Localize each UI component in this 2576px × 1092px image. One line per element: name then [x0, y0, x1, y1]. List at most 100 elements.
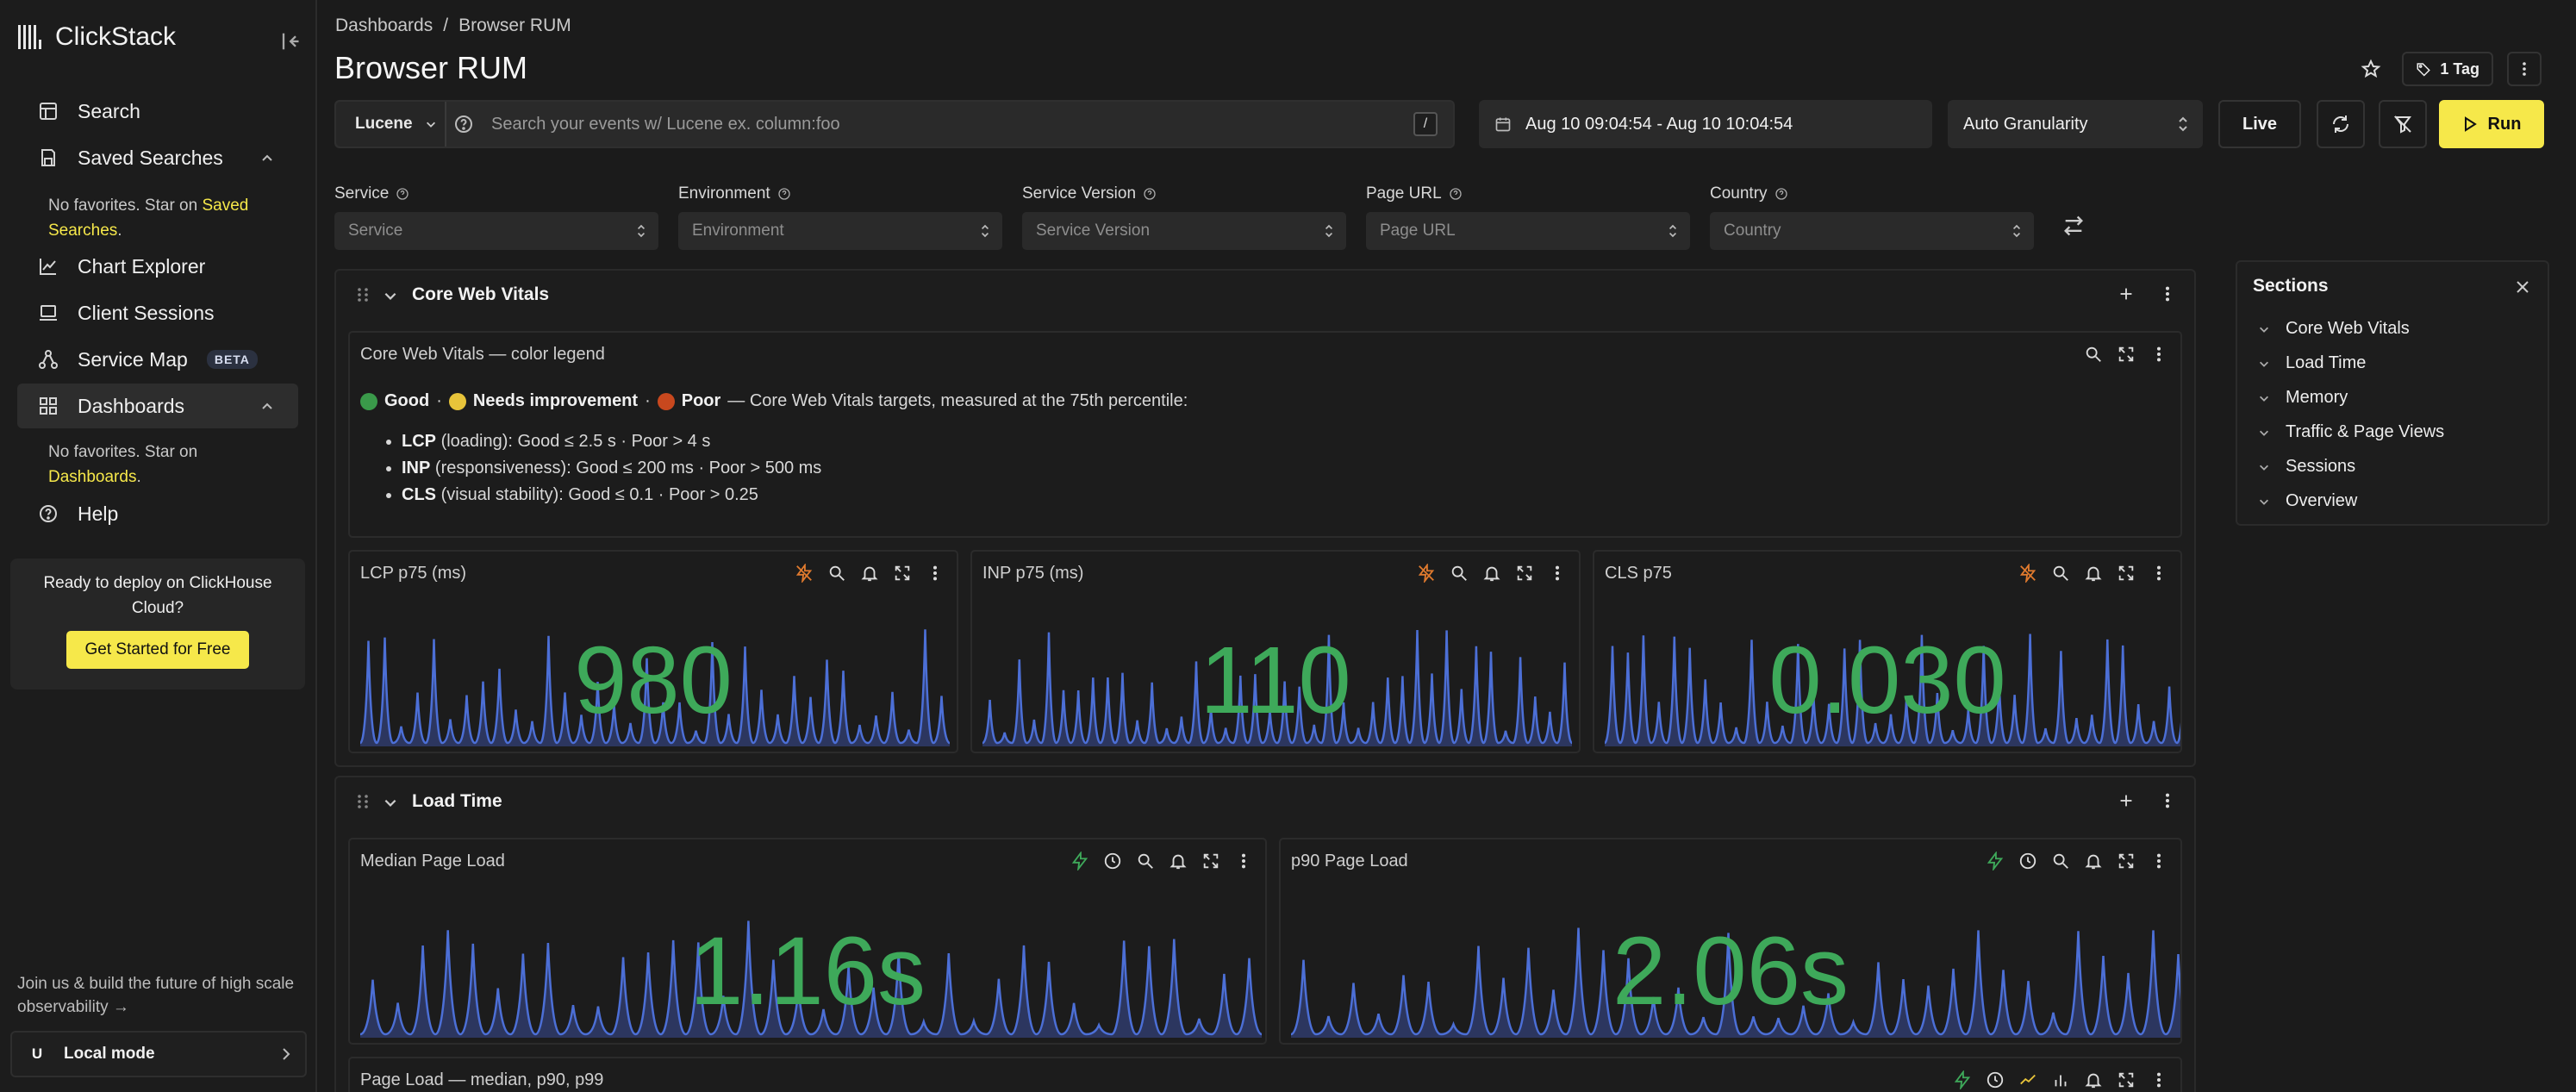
bell-icon[interactable]: [1482, 564, 1501, 583]
sections-panel-item[interactable]: Sessions: [2258, 457, 2355, 477]
bolt-icon[interactable]: [1070, 852, 1089, 870]
kebab-icon[interactable]: [2149, 1070, 2168, 1089]
chevron-down-icon[interactable]: [383, 288, 398, 303]
legend-item: LCP (loading): Good ≤ 2.5 s · Poor > 4 s: [402, 428, 1188, 455]
info-icon[interactable]: [396, 187, 409, 201]
bolt-icon[interactable]: [1953, 1070, 1972, 1089]
country-select[interactable]: Country: [1710, 212, 2034, 250]
line-chart-icon[interactable]: [2018, 1070, 2037, 1089]
tags-button[interactable]: 1 Tag: [2402, 52, 2493, 86]
info-icon[interactable]: [1775, 187, 1788, 201]
expand-icon[interactable]: [1201, 852, 1220, 870]
no-bolt-icon[interactable]: [2018, 564, 2037, 583]
granularity-select[interactable]: Auto Granularity: [1948, 100, 2203, 148]
zoom-icon[interactable]: [2051, 852, 2070, 870]
grip-icon[interactable]: [355, 286, 371, 303]
local-mode-switcher[interactable]: U Local mode: [10, 1031, 307, 1077]
refresh-button[interactable]: [2317, 100, 2365, 148]
sections-panel-item[interactable]: Memory: [2258, 388, 2348, 408]
search-input[interactable]: [491, 105, 1405, 143]
get-started-button[interactable]: Get Started for Free: [65, 631, 250, 669]
plus-icon[interactable]: [2117, 284, 2136, 303]
bell-icon[interactable]: [2084, 1070, 2103, 1089]
brand[interactable]: ClickStack: [17, 22, 176, 52]
info-icon[interactable]: [777, 187, 791, 201]
sections-panel-item[interactable]: Overview: [2258, 491, 2357, 511]
sidebar-item-client-sessions[interactable]: Client Sessions: [17, 290, 298, 335]
run-button[interactable]: Run: [2439, 100, 2544, 148]
kebab-icon[interactable]: [926, 564, 945, 583]
sidebar-item-chart-explorer[interactable]: Chart Explorer: [17, 244, 298, 289]
join-link[interactable]: Join us & build the future of high scale…: [17, 972, 310, 1019]
expand-icon[interactable]: [2117, 1070, 2136, 1089]
bell-icon[interactable]: [860, 564, 879, 583]
zoom-icon[interactable]: [2084, 345, 2103, 364]
kebab-icon[interactable]: [1234, 852, 1253, 870]
sections-panel-item-label: Core Web Vitals: [2286, 319, 2410, 338]
zoom-icon[interactable]: [1136, 852, 1155, 870]
kebab-icon[interactable]: [2149, 852, 2168, 870]
no-bolt-icon[interactable]: [1417, 564, 1436, 583]
chevron-up-icon[interactable]: [260, 399, 274, 413]
swap-icon[interactable]: [2061, 214, 2086, 238]
zoom-icon[interactable]: [1450, 564, 1469, 583]
filter-service: Service Service: [334, 183, 658, 250]
kebab-icon[interactable]: [1548, 564, 1567, 583]
granularity-value: Auto Granularity: [1963, 114, 2088, 134]
expand-icon[interactable]: [893, 564, 912, 583]
clock-icon[interactable]: [2018, 852, 2037, 870]
environment-select[interactable]: Environment: [678, 212, 1002, 250]
clear-filters-button[interactable]: [2379, 100, 2427, 148]
bar-chart-icon[interactable]: [2051, 1070, 2070, 1089]
collapse-icon[interactable]: [278, 29, 302, 53]
legend-separator: ·: [645, 391, 651, 410]
help-icon[interactable]: [453, 114, 474, 134]
zoom-icon[interactable]: [2051, 564, 2070, 583]
sections-panel-item[interactable]: Core Web Vitals: [2258, 319, 2410, 339]
close-icon[interactable]: [2515, 279, 2530, 295]
date-range-picker[interactable]: Aug 10 09:04:54 - Aug 10 10:04:54: [1479, 100, 1932, 148]
sections-panel-item[interactable]: Traffic & Page Views: [2258, 422, 2444, 442]
breadcrumb-parent[interactable]: Dashboards: [335, 16, 433, 35]
kebab-icon[interactable]: [2158, 791, 2177, 810]
clock-icon[interactable]: [1986, 1070, 2005, 1089]
sidebar-item-dashboards[interactable]: Dashboards: [17, 384, 298, 428]
sidebar-item-help[interactable]: Help: [17, 491, 298, 536]
clock-icon[interactable]: [1103, 852, 1122, 870]
kebab-icon[interactable]: [2149, 564, 2168, 583]
sections-panel-item[interactable]: Load Time: [2258, 353, 2366, 373]
legend-body: Good · Needs improvement · Poor — Core Web Vi…: [360, 391, 1188, 509]
expand-icon[interactable]: [2117, 345, 2136, 364]
kebab-icon[interactable]: [2149, 345, 2168, 364]
favorite-button[interactable]: [2354, 52, 2388, 86]
live-button[interactable]: Live: [2218, 100, 2301, 148]
expand-icon[interactable]: [2117, 852, 2136, 870]
no-bolt-icon[interactable]: [795, 564, 814, 583]
kebab-icon[interactable]: [2158, 284, 2177, 303]
bell-icon[interactable]: [2084, 852, 2103, 870]
sidebar-item-search[interactable]: Search: [17, 89, 298, 134]
service-version-select[interactable]: Service Version: [1022, 212, 1346, 250]
bell-icon[interactable]: [1169, 852, 1188, 870]
info-icon[interactable]: [1143, 187, 1157, 201]
page-url-select[interactable]: Page URL: [1366, 212, 1690, 250]
more-button[interactable]: [2507, 52, 2542, 86]
chevron-down-icon[interactable]: [383, 795, 398, 810]
grip-icon[interactable]: [355, 793, 371, 810]
bolt-icon[interactable]: [1986, 852, 2005, 870]
expand-icon[interactable]: [2117, 564, 2136, 583]
dashboards-link[interactable]: Dashboards: [48, 468, 136, 486]
plus-icon[interactable]: [2117, 791, 2136, 810]
info-icon[interactable]: [1449, 187, 1463, 201]
sidebar-item-service-map[interactable]: Service Map BETA: [17, 337, 298, 382]
tile-toolbar: [2018, 564, 2168, 583]
tag-label: 1 Tag: [2440, 59, 2479, 78]
sidebar-item-saved-searches[interactable]: Saved Searches: [17, 135, 298, 180]
bell-icon[interactable]: [2084, 564, 2103, 583]
query-language-select[interactable]: Lucene: [336, 102, 446, 147]
zoom-icon[interactable]: [827, 564, 846, 583]
expand-icon[interactable]: [1515, 564, 1534, 583]
chevron-up-icon[interactable]: [260, 151, 274, 165]
service-select[interactable]: Service: [334, 212, 658, 250]
sections-panel: Sections Core Web Vitals Load Time Memory Tr…: [2236, 260, 2549, 526]
